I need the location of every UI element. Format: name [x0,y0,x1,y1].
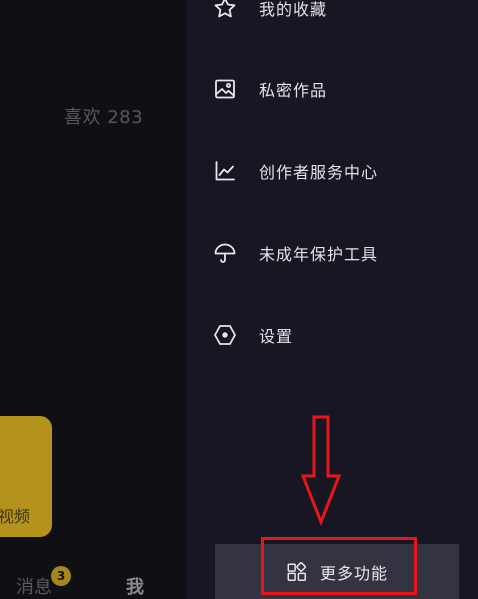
grid-icon [287,561,307,581]
menu-label: 创作者服务中心 [259,163,379,182]
menu-item-settings[interactable]: 设置 [212,315,462,355]
messages-badge: 3 [51,566,71,586]
more-features-button[interactable]: 更多功能 [215,544,459,599]
likes-count[interactable]: 喜欢 283 [64,103,143,129]
umbrella-icon [212,240,238,266]
menu-item-favorites[interactable]: 我的收藏 [212,0,462,28]
menu-label: 私密作品 [259,81,328,100]
tab-me[interactable]: 我 [126,573,144,599]
menu-item-creator-center[interactable]: 创作者服务中心 [212,151,462,191]
chart-icon [212,158,238,184]
tab-messages[interactable]: 消息 [16,573,52,599]
menu-item-minor-protection[interactable]: 未成年保护工具 [212,233,462,273]
star-icon [212,0,238,21]
menu-label: 设置 [259,327,294,346]
video-card-label: 视频 [0,507,31,526]
hexagon-settings-icon [212,322,238,348]
menu-label: 我的收藏 [259,0,328,19]
image-icon [212,76,238,102]
menu-item-private-works[interactable]: 私密作品 [212,69,462,109]
menu-label: 未成年保护工具 [259,245,379,264]
profile-background: 喜欢 283 视频 消息 3 我 [0,0,186,599]
more-features-label: 更多功能 [319,563,388,583]
